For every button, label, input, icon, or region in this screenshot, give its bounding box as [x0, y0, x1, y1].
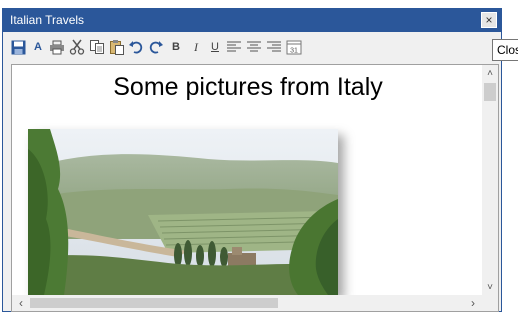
bold-icon[interactable]: B — [168, 39, 184, 55]
date-label: 31 — [290, 48, 298, 55]
document-heading[interactable]: Some pictures from Italy — [12, 73, 484, 102]
vertical-scrollbar[interactable]: ˄ ˅ — [482, 65, 498, 297]
copy-icon[interactable] — [89, 39, 105, 55]
italy-landscape-photo — [28, 129, 338, 295]
close-tooltip: Close — [492, 39, 518, 61]
print-icon[interactable] — [49, 39, 65, 55]
save-icon[interactable] — [10, 39, 26, 55]
align-left-icon[interactable] — [226, 39, 242, 55]
scroll-left-arrow-icon[interactable]: ‹ — [14, 295, 28, 311]
scroll-up-arrow-icon[interactable]: ˄ — [482, 67, 498, 81]
insert-date-icon[interactable]: 31 — [286, 39, 302, 55]
scrollbar-corner — [482, 295, 498, 311]
font-icon[interactable]: A — [30, 39, 46, 55]
paste-icon[interactable] — [109, 39, 125, 55]
cut-icon[interactable] — [69, 39, 85, 55]
vertical-scroll-thumb[interactable] — [484, 83, 496, 101]
horizontal-scroll-thumb[interactable] — [30, 298, 278, 308]
redo-icon[interactable] — [148, 39, 164, 55]
italic-icon[interactable]: I — [188, 39, 204, 55]
window-title: Italian Travels — [10, 13, 85, 27]
editor-window: Italian Travels × A B I U 31 Some pictur… — [2, 8, 502, 312]
align-center-icon[interactable] — [246, 39, 262, 55]
scroll-right-arrow-icon[interactable]: › — [466, 295, 480, 311]
underline-icon[interactable]: U — [207, 39, 223, 55]
undo-icon[interactable] — [128, 39, 144, 55]
toolbar: A B I U 31 — [3, 32, 501, 62]
horizontal-scrollbar[interactable]: ‹ › — [12, 295, 498, 311]
scroll-down-arrow-icon[interactable]: ˅ — [482, 281, 498, 295]
document-editor[interactable]: Some pictures from Italy ˄ ˅ ‹ › — [11, 64, 499, 312]
title-bar[interactable]: Italian Travels × — [3, 9, 501, 32]
close-button[interactable]: × — [481, 12, 497, 28]
align-right-icon[interactable] — [266, 39, 282, 55]
